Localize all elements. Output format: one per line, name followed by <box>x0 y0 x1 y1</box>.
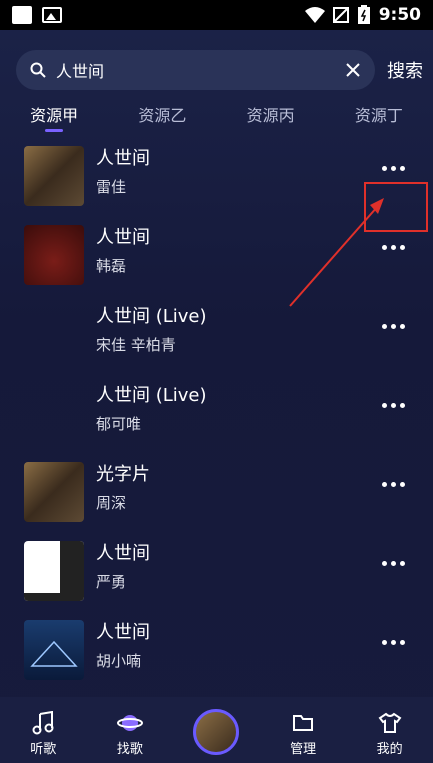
clock: 9:50 <box>378 5 421 25</box>
music-note-icon <box>32 711 54 735</box>
battery-icon <box>357 5 370 24</box>
notification-icon <box>12 6 32 24</box>
now-playing-disc[interactable] <box>193 709 240 755</box>
nav-label: 听歌 <box>30 742 57 757</box>
nav-mine[interactable]: 我的 <box>346 710 433 763</box>
annotation-arrow <box>289 198 384 307</box>
nav-label: 找歌 <box>116 742 143 757</box>
image-notification-icon <box>42 7 62 23</box>
now-playing[interactable] <box>173 709 260 763</box>
app-screen: 人世间 搜索 资源甲 资源乙 资源丙 资源丁 人世间 雷佳 人世间 韩磊 人世间… <box>0 30 433 763</box>
planet-icon <box>116 715 143 731</box>
folder-icon <box>293 715 314 731</box>
bottom-nav: 听歌 找歌 管理 我的 <box>0 697 433 763</box>
nav-manage[interactable]: 管理 <box>260 710 347 763</box>
status-bar: 9:50 <box>0 0 433 30</box>
nav-listen[interactable]: 听歌 <box>0 710 87 763</box>
nav-find[interactable]: 找歌 <box>87 710 174 763</box>
nav-label: 管理 <box>290 742 317 757</box>
wifi-icon <box>304 7 325 23</box>
no-signal-icon <box>332 7 349 23</box>
nav-label: 我的 <box>376 742 403 757</box>
shirt-icon <box>378 712 402 733</box>
